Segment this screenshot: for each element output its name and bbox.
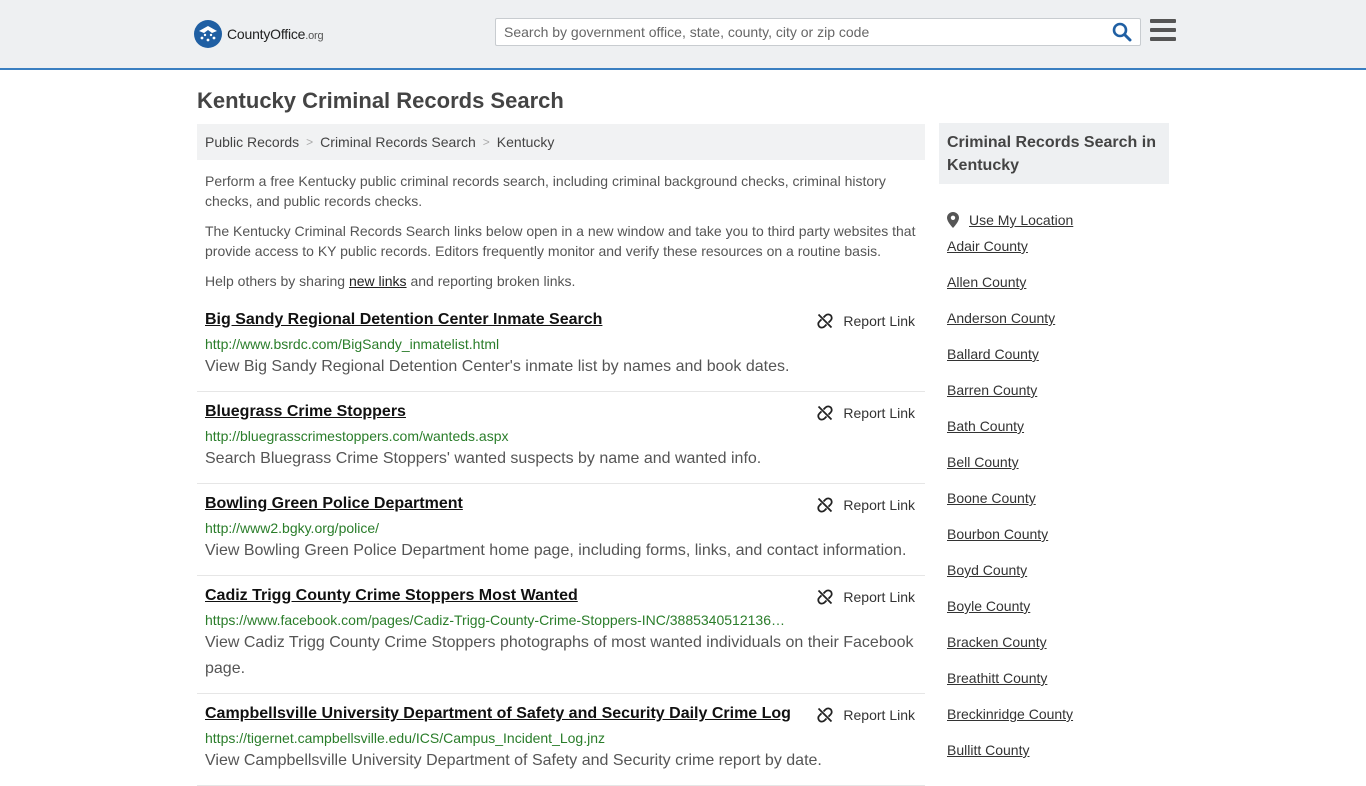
county-link[interactable]: Ballard County	[947, 346, 1039, 362]
use-my-location-row: Use My Location	[947, 202, 1169, 238]
result-title-link[interactable]: Big Sandy Regional Detention Center Inma…	[205, 310, 917, 330]
use-my-location-link[interactable]: Use My Location	[969, 212, 1073, 228]
breadcrumb: Public Records > Criminal Records Search…	[197, 124, 925, 160]
logo-wordmark: CountyOffice.org	[227, 26, 324, 42]
search-button[interactable]	[1112, 22, 1134, 44]
sidebar-title: Criminal Records Search in Kentucky	[939, 123, 1169, 184]
result-url: http://www.bsrdc.com/BigSandy_inmatelist…	[205, 336, 500, 352]
county-list-item: Boyd County	[947, 562, 1169, 598]
broken-link-icon	[817, 405, 834, 421]
report-link-button[interactable]: Report Link	[817, 405, 915, 421]
county-link[interactable]: Boone County	[947, 490, 1036, 506]
result-title-link[interactable]: Cadiz Trigg County Crime Stoppers Most W…	[205, 586, 917, 606]
result-item: Bowling Green Police Department http://ww…	[197, 484, 925, 576]
county-list-item: Bracken County	[947, 634, 1169, 670]
county-list-item: Bell County	[947, 454, 1169, 490]
intro-paragraph: The Kentucky Criminal Records Search lin…	[205, 223, 916, 259]
result-description: Search Bluegrass Crime Stoppers' wanted …	[205, 450, 762, 467]
breadcrumb-kentucky: Kentucky	[496, 134, 555, 150]
county-link[interactable]: Allen County	[947, 274, 1026, 290]
county-link[interactable]: Bath County	[947, 418, 1024, 434]
result-item: Bluegrass Crime Stoppers http://bluegrass…	[197, 392, 925, 484]
result-description: View Cadiz Trigg County Crime Stoppers p…	[205, 634, 914, 677]
county-link[interactable]: Barren County	[947, 382, 1037, 398]
county-list: Use My Location Adair County Allen County…	[939, 202, 1169, 778]
report-link-button[interactable]: Report Link	[817, 589, 915, 605]
broken-link-icon	[817, 589, 834, 605]
result-title-link[interactable]: Bowling Green Police Department	[205, 494, 917, 514]
new-links-link[interactable]: new links	[349, 273, 407, 289]
report-link-button[interactable]: Report Link	[817, 313, 915, 329]
county-link[interactable]: Breckinridge County	[947, 706, 1073, 722]
result-title-link[interactable]: Campbellsville University Department of …	[205, 704, 917, 724]
county-list-item: Boyle County	[947, 598, 1169, 634]
result-description: View Campbellsville University Departmen…	[205, 752, 822, 769]
county-link[interactable]: Anderson County	[947, 310, 1055, 326]
breadcrumb-public-records[interactable]: Public Records	[205, 134, 299, 150]
share-paragraph: Help others by sharing new links and rep…	[205, 273, 576, 289]
county-link[interactable]: Boyd County	[947, 562, 1027, 578]
county-list-item: Bath County	[947, 418, 1169, 454]
county-list-item: Boone County	[947, 490, 1169, 526]
county-list-item: Bullitt County	[947, 742, 1169, 778]
county-list-item: Ballard County	[947, 346, 1169, 382]
broken-link-icon	[817, 497, 834, 513]
report-link-label: Report Link	[843, 497, 915, 513]
county-list-item: Adair County	[947, 238, 1169, 274]
report-link-label: Report Link	[843, 707, 915, 723]
location-pin-icon	[947, 212, 959, 228]
county-link[interactable]: Bourbon County	[947, 526, 1048, 542]
result-description: View Bowling Green Police Department hom…	[205, 542, 907, 559]
report-link-label: Report Link	[843, 589, 915, 605]
county-link[interactable]: Breathitt County	[947, 670, 1047, 686]
result-title-link[interactable]: Bluegrass Crime Stoppers	[205, 402, 917, 422]
result-item: Cadiz Trigg County Crime Stoppers Most W…	[197, 576, 925, 694]
result-item: Big Sandy Regional Detention Center Inma…	[197, 300, 925, 392]
report-link-button[interactable]: Report Link	[817, 707, 915, 723]
site-header: CountyOffice.org	[0, 0, 1366, 70]
breadcrumb-separator-icon: >	[482, 135, 490, 149]
county-list-item: Allen County	[947, 274, 1169, 310]
report-link-label: Report Link	[843, 313, 915, 329]
report-link-label: Report Link	[843, 405, 915, 421]
search-box	[495, 18, 1141, 46]
county-link[interactable]: Adair County	[947, 238, 1028, 254]
result-url: https://www.facebook.com/pages/Cadiz-Tri…	[205, 612, 785, 628]
county-link[interactable]: Bell County	[947, 454, 1019, 470]
logo-seal-icon	[194, 20, 222, 48]
result-url: http://www2.bgky.org/police/	[205, 520, 380, 536]
result-url: https://tigernet.campbellsville.edu/ICS/…	[205, 730, 605, 746]
sidebar: Criminal Records Search in Kentucky Use …	[939, 123, 1169, 778]
intro-paragraph: Perform a free Kentucky public criminal …	[205, 173, 886, 209]
page-title: Kentucky Criminal Records Search	[197, 88, 564, 113]
county-link[interactable]: Bracken County	[947, 634, 1047, 650]
county-link[interactable]: Boyle County	[947, 598, 1030, 614]
result-url: http://bluegrasscrimestoppers.com/wanted…	[205, 428, 509, 444]
hamburger-menu-icon[interactable]	[1150, 19, 1176, 43]
broken-link-icon	[817, 313, 834, 329]
site-logo[interactable]: CountyOffice.org	[194, 20, 324, 48]
result-item: Campbellsville University Department of …	[197, 694, 925, 786]
county-link[interactable]: Bullitt County	[947, 742, 1029, 758]
intro-text: Perform a free Kentucky public criminal …	[205, 171, 920, 301]
results-list: Big Sandy Regional Detention Center Inma…	[197, 300, 925, 786]
search-icon	[1112, 22, 1132, 42]
county-list-item: Anderson County	[947, 310, 1169, 346]
breadcrumb-criminal-records-search[interactable]: Criminal Records Search	[320, 134, 476, 150]
county-list-item: Bourbon County	[947, 526, 1169, 562]
report-link-button[interactable]: Report Link	[817, 497, 915, 513]
county-list-item: Breckinridge County	[947, 706, 1169, 742]
county-list-item: Breathitt County	[947, 670, 1169, 706]
broken-link-icon	[817, 707, 834, 723]
county-list-item: Barren County	[947, 382, 1169, 418]
search-input[interactable]	[496, 19, 1096, 45]
result-description: View Big Sandy Regional Detention Center…	[205, 358, 790, 375]
breadcrumb-separator-icon: >	[306, 135, 314, 149]
